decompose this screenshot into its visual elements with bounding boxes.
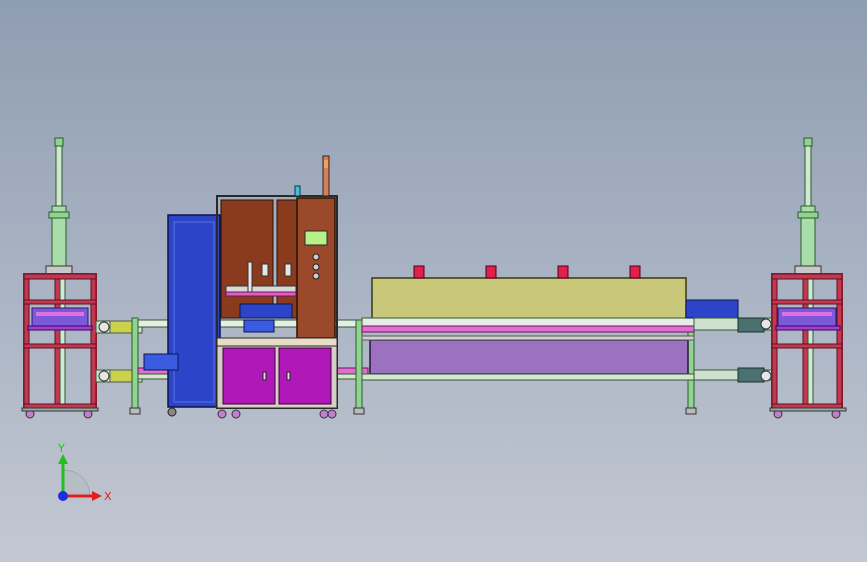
oven-chamber (369, 339, 689, 375)
dispensing-station[interactable] (216, 155, 338, 419)
left-tower-tray (31, 307, 89, 329)
left-elevator-tower[interactable] (21, 137, 99, 419)
caster (319, 409, 329, 419)
triad-origin (58, 491, 68, 501)
exhaust-port-icon (413, 265, 425, 279)
oven-hood (371, 277, 687, 321)
cabinet-door-left[interactable] (222, 347, 276, 405)
button-icon[interactable] (312, 253, 320, 261)
right-elevator-tower[interactable] (769, 137, 847, 419)
exhaust-port-icon (485, 265, 497, 279)
caster (167, 407, 177, 417)
hmi-screen[interactable] (304, 230, 328, 246)
right-lift-rod-cap (803, 137, 813, 147)
caster (327, 409, 337, 419)
button-icon[interactable] (312, 263, 320, 271)
door-handle-icon[interactable] (262, 371, 267, 381)
caster (217, 409, 227, 419)
cad-viewport[interactable]: Y X (0, 0, 867, 562)
door-handle-icon[interactable] (286, 371, 291, 381)
caster (231, 409, 241, 419)
right-lift-rod (804, 141, 812, 211)
left-transfer-conveyor[interactable] (95, 317, 143, 415)
right-tower-tray (777, 307, 837, 329)
triad-arc-icon (63, 469, 91, 497)
x-axis-label: X (104, 490, 112, 503)
blue-electrical-cabinet[interactable] (143, 214, 221, 417)
left-lift-rod (55, 141, 63, 211)
right-transfer-conveyor[interactable] (685, 299, 775, 383)
y-axis-label: Y (57, 442, 65, 455)
exhaust-port-icon (629, 265, 641, 279)
brown-glass-panel (276, 199, 298, 319)
brown-glass-panel (220, 199, 274, 319)
left-lift-rod-cap (54, 137, 64, 147)
exhaust-port-icon (557, 265, 569, 279)
button-icon[interactable] (312, 272, 320, 280)
coordinate-triad: Y X (57, 442, 112, 503)
curing-oven[interactable] (361, 265, 695, 381)
